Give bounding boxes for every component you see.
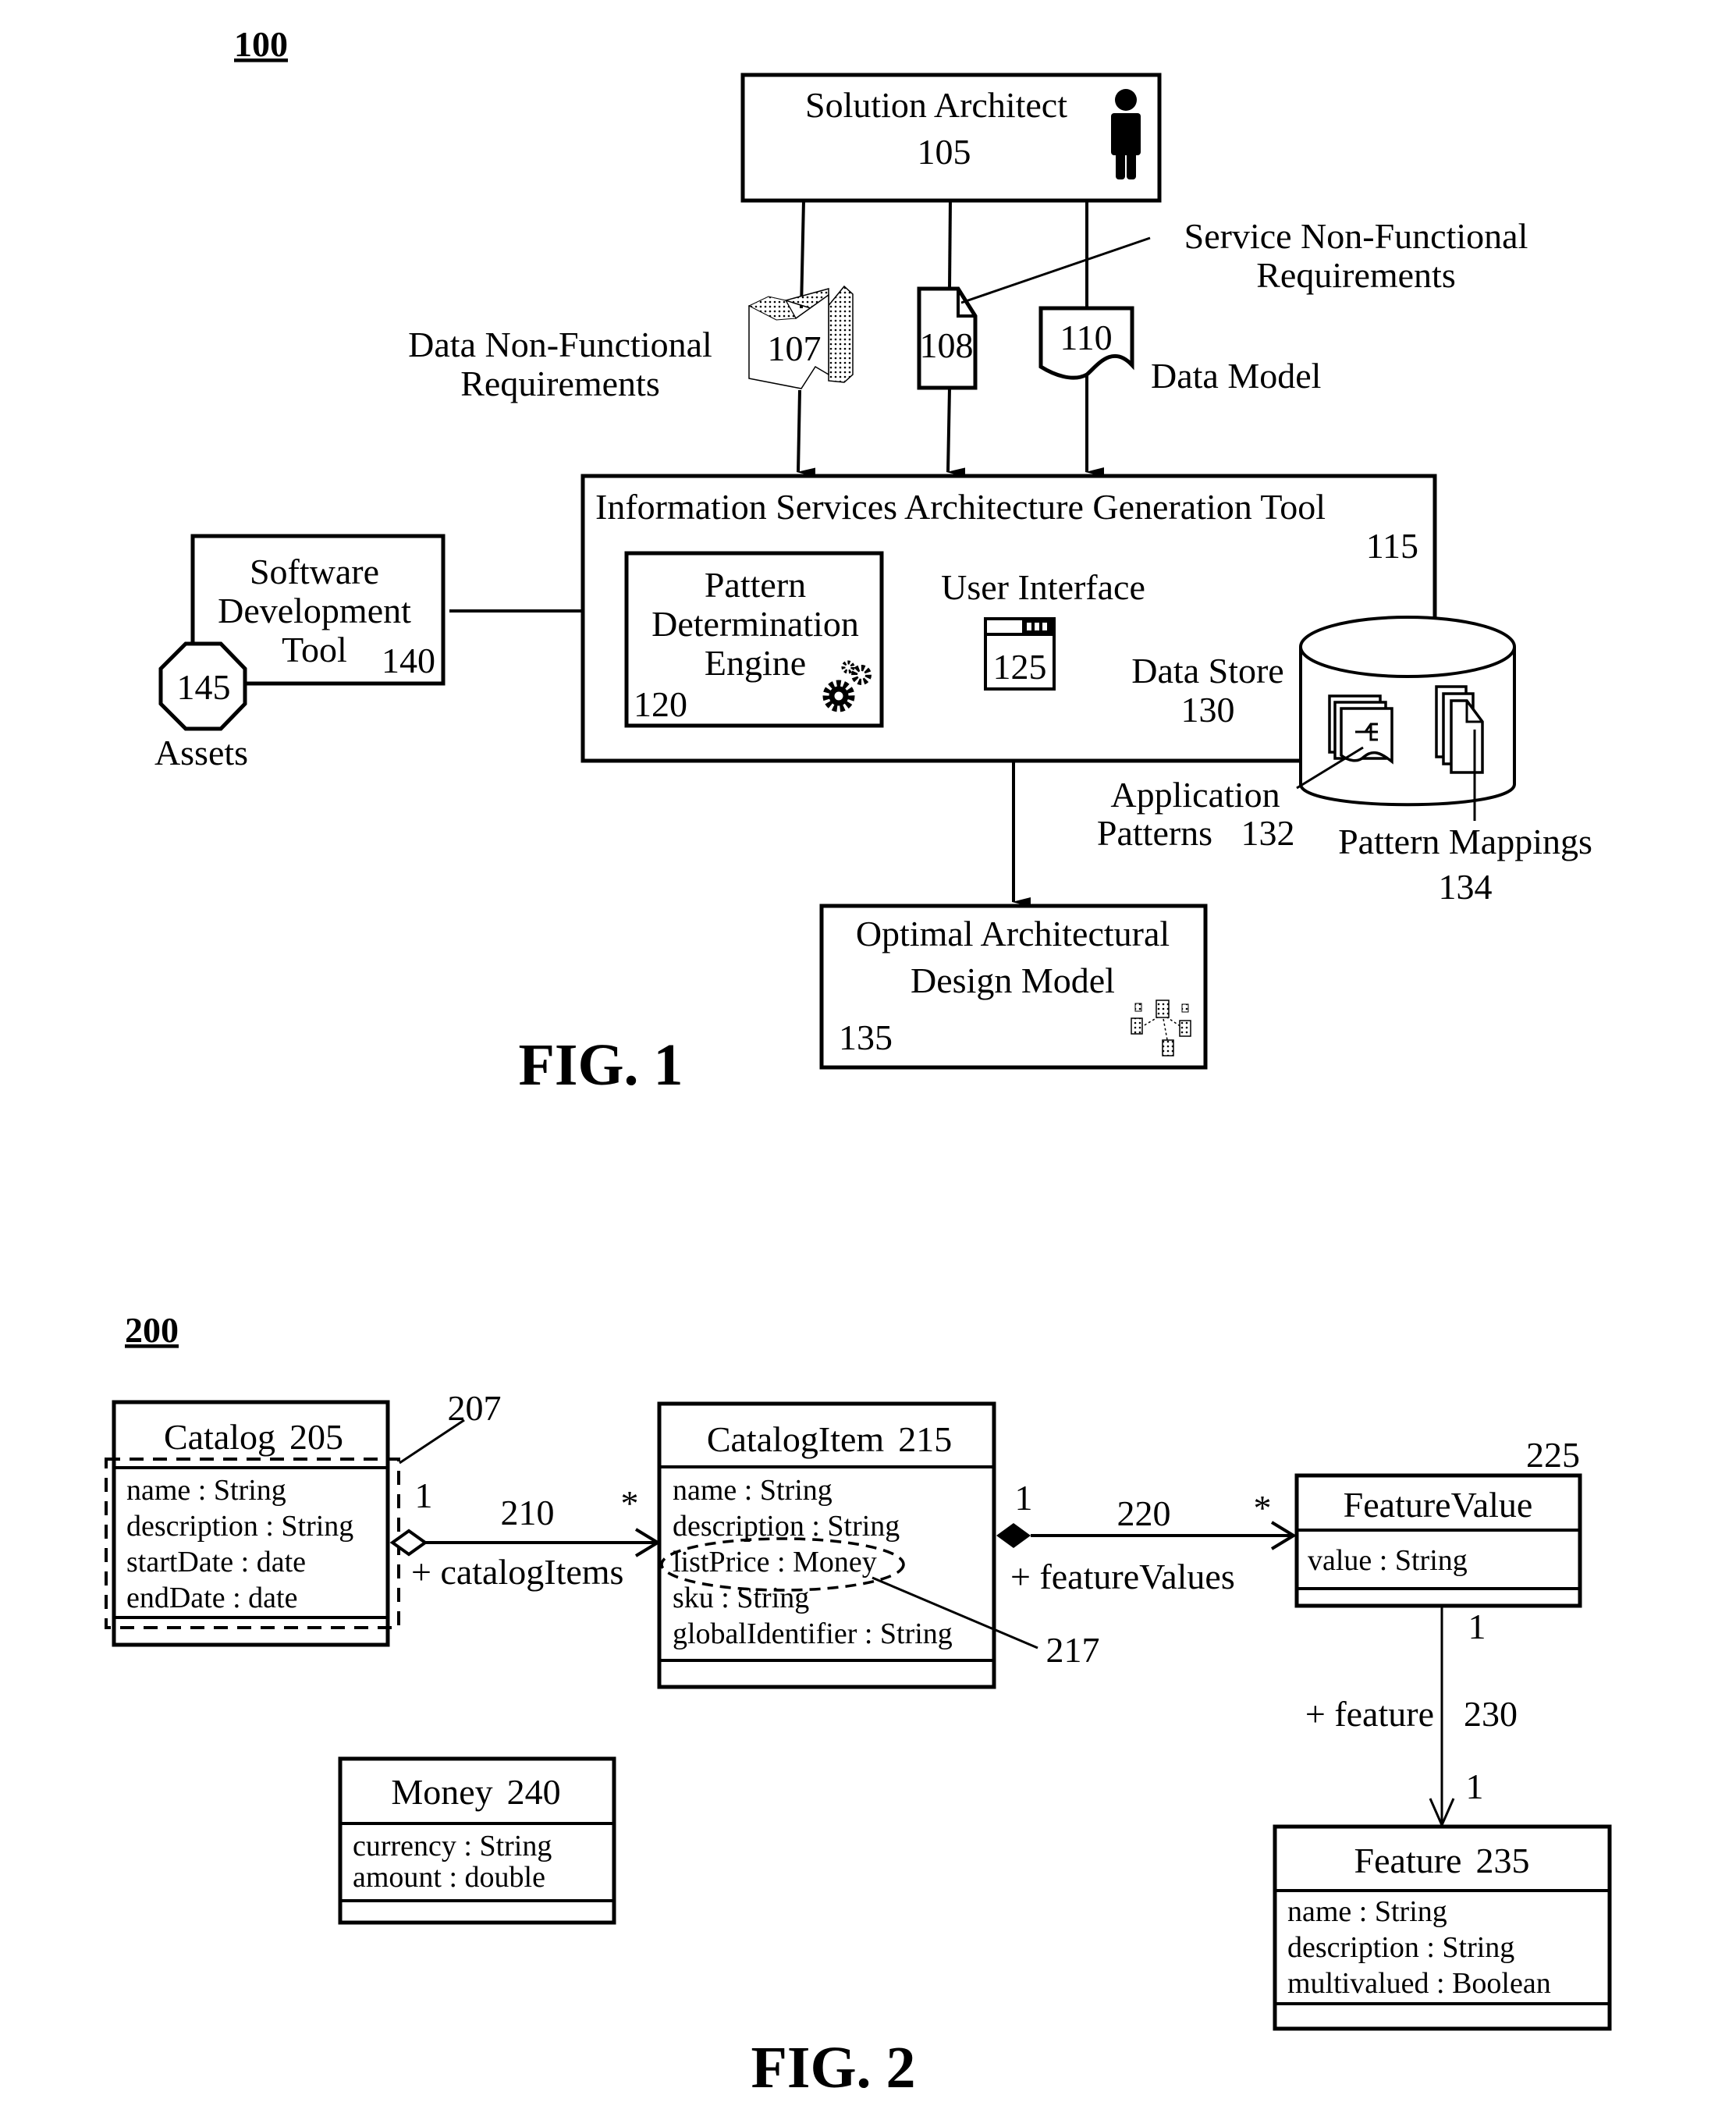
engine-line3: Engine bbox=[705, 643, 806, 683]
folded-document-icon: 108 bbox=[917, 286, 978, 390]
class-attribute: value : String bbox=[1308, 1544, 1468, 1577]
figure-2-caption: FIG. 2 bbox=[751, 2035, 915, 2100]
user-interface-number: 125 bbox=[993, 647, 1047, 687]
pattern-mappings-number: 134 bbox=[1439, 867, 1493, 907]
feature-value-class-name: FeatureValue bbox=[1344, 1485, 1533, 1525]
arrow-108-to-tool bbox=[946, 387, 966, 478]
assoc-210-src-mult: 1 bbox=[415, 1475, 433, 1515]
assoc-220-src-mult: 1 bbox=[1015, 1478, 1033, 1518]
optimal-number: 135 bbox=[839, 1017, 893, 1057]
composition-diamond-icon bbox=[996, 1523, 1031, 1548]
figure-2-reference-number: 200 bbox=[125, 1310, 179, 1350]
app-patterns-line1: Application bbox=[1110, 775, 1280, 815]
stacked-pattern-documents-icon bbox=[1328, 694, 1393, 765]
class-attribute: startDate : date bbox=[126, 1546, 306, 1578]
money-class-name: Money 240 bbox=[391, 1772, 560, 1812]
association-220: 1 220 * + featureValues bbox=[996, 1478, 1297, 1596]
sdt-line2: Development bbox=[218, 591, 411, 630]
class-attribute: description : String bbox=[126, 1510, 353, 1543]
callout-217: 217 bbox=[1046, 1630, 1100, 1670]
arrow-107-to-tool bbox=[797, 389, 816, 478]
solution-architect-node: Solution Architect 105 bbox=[740, 73, 1162, 203]
doc-107-number: 107 bbox=[768, 328, 822, 368]
callout-207: 207 bbox=[448, 1388, 502, 1428]
octagon-icon: 145 bbox=[158, 641, 247, 731]
attribute-list: currency : Stringamount : double bbox=[353, 1830, 552, 1894]
window-icon: 125 bbox=[984, 617, 1056, 691]
figure-1-caption: FIG. 1 bbox=[518, 1032, 683, 1098]
assoc-230-src-mult: 1 bbox=[1468, 1607, 1486, 1646]
dotted-document-icon: 107 bbox=[747, 285, 854, 389]
assoc-210-number: 210 bbox=[501, 1493, 555, 1532]
data-store-label: Data Store bbox=[1131, 651, 1283, 691]
tool-title: Information Services Architecture Genera… bbox=[595, 487, 1326, 527]
figure-1: 100 Solution Architect 105 107 Data Non-… bbox=[154, 24, 1592, 1098]
attribute-list: value : String bbox=[1308, 1544, 1468, 1577]
class-attribute: name : String bbox=[673, 1474, 832, 1507]
uml-class-money: Money 240 currency : Stringamount : doubl… bbox=[338, 1756, 616, 1925]
catalog-class-name: Catalog 205 bbox=[164, 1417, 343, 1457]
engine-line2: Determination bbox=[651, 604, 859, 644]
uml-class-feature-value: 225 FeatureValue value : String bbox=[1294, 1435, 1582, 1608]
class-attribute: sku : String bbox=[673, 1582, 809, 1614]
service-nfr-label-line2: Requirements bbox=[1256, 255, 1456, 295]
class-attribute: endDate : date bbox=[126, 1582, 297, 1614]
service-nfr-label-line1: Service Non-Functional bbox=[1184, 216, 1528, 256]
assoc-220-role: + featureValues bbox=[1010, 1557, 1235, 1596]
data-nfr-label-line2: Requirements bbox=[460, 364, 660, 403]
connector-architect-to-107 bbox=[800, 200, 805, 309]
doc-110-number: 110 bbox=[1060, 318, 1112, 357]
assoc-230-number: 230 bbox=[1464, 1694, 1518, 1734]
patent-drawing-sheet: 100 Solution Architect 105 107 Data Non-… bbox=[105, 24, 1612, 2100]
class-attribute: description : String bbox=[1287, 1931, 1514, 1964]
optimal-line1: Optimal Architectural bbox=[856, 914, 1170, 953]
assoc-210-dst-mult: * bbox=[621, 1483, 639, 1523]
assoc-230-role: + feature bbox=[1305, 1694, 1434, 1734]
feature-value-number: 225 bbox=[1526, 1435, 1580, 1475]
doc-108-number: 108 bbox=[920, 325, 974, 365]
sdt-line3: Tool bbox=[282, 630, 347, 669]
assoc-220-number: 220 bbox=[1117, 1493, 1171, 1533]
class-attribute: amount : double bbox=[353, 1861, 545, 1894]
optimal-design-model-node: Optimal Architectural Design Model 135 bbox=[819, 904, 1208, 1070]
user-interface-label: User Interface bbox=[941, 567, 1145, 607]
data-nfr-label-line1: Data Non-Functional bbox=[408, 325, 712, 364]
optimal-line2: Design Model bbox=[911, 961, 1115, 1000]
database-cylinder-icon bbox=[1299, 616, 1516, 807]
assoc-230-dst-mult: 1 bbox=[1466, 1767, 1484, 1806]
class-attribute: multivalued : Boolean bbox=[1287, 1967, 1551, 2000]
class-attribute: listPrice : Money bbox=[673, 1546, 877, 1578]
data-model-label: Data Model bbox=[1151, 356, 1321, 396]
uml-class-feature: Feature 235 name : Stringdescription : St… bbox=[1273, 1824, 1612, 2031]
tool-number: 115 bbox=[1366, 526, 1418, 566]
class-attribute: name : String bbox=[1287, 1895, 1447, 1928]
figure-2: 200 Catalog 205 name : Stringdescription … bbox=[105, 1310, 1612, 2100]
engine-line1: Pattern bbox=[705, 565, 806, 605]
solution-architect-number: 105 bbox=[918, 132, 971, 172]
uml-class-catalog: Catalog 205 name : Stringdescription : St… bbox=[112, 1400, 390, 1647]
assoc-220-dst-mult: * bbox=[1254, 1488, 1272, 1528]
callout-line-108 bbox=[960, 236, 1151, 304]
pattern-mappings-label: Pattern Mappings bbox=[1338, 822, 1592, 861]
class-attribute: name : String bbox=[126, 1474, 286, 1507]
figure-1-reference-number: 100 bbox=[234, 24, 288, 64]
class-attribute: globalIdentifier : String bbox=[673, 1617, 953, 1650]
sdt-line1: Software bbox=[250, 552, 379, 591]
data-store-number: 130 bbox=[1181, 690, 1235, 730]
wavy-document-icon: 110 bbox=[1038, 306, 1134, 380]
app-patterns-line2: Patterns bbox=[1097, 813, 1212, 853]
catalog-item-class-name: CatalogItem 215 bbox=[707, 1419, 952, 1459]
association-210: 1 210 * + catalogItems bbox=[389, 1475, 661, 1592]
solution-architect-title: Solution Architect bbox=[805, 85, 1067, 125]
uml-class-catalog-item: CatalogItem 215 name : Stringdescription … bbox=[657, 1401, 996, 1689]
app-patterns-number: 132 bbox=[1241, 813, 1295, 853]
feature-class-name: Feature 235 bbox=[1354, 1841, 1530, 1880]
assets-number: 145 bbox=[177, 667, 231, 707]
sdt-number: 140 bbox=[382, 641, 435, 680]
assets-label: Assets bbox=[154, 733, 248, 772]
class-attribute: currency : String bbox=[353, 1830, 552, 1862]
association-230: 1 + feature 230 1 bbox=[1305, 1606, 1518, 1828]
assoc-210-role: + catalogItems bbox=[411, 1552, 623, 1592]
engine-number: 120 bbox=[634, 684, 687, 724]
